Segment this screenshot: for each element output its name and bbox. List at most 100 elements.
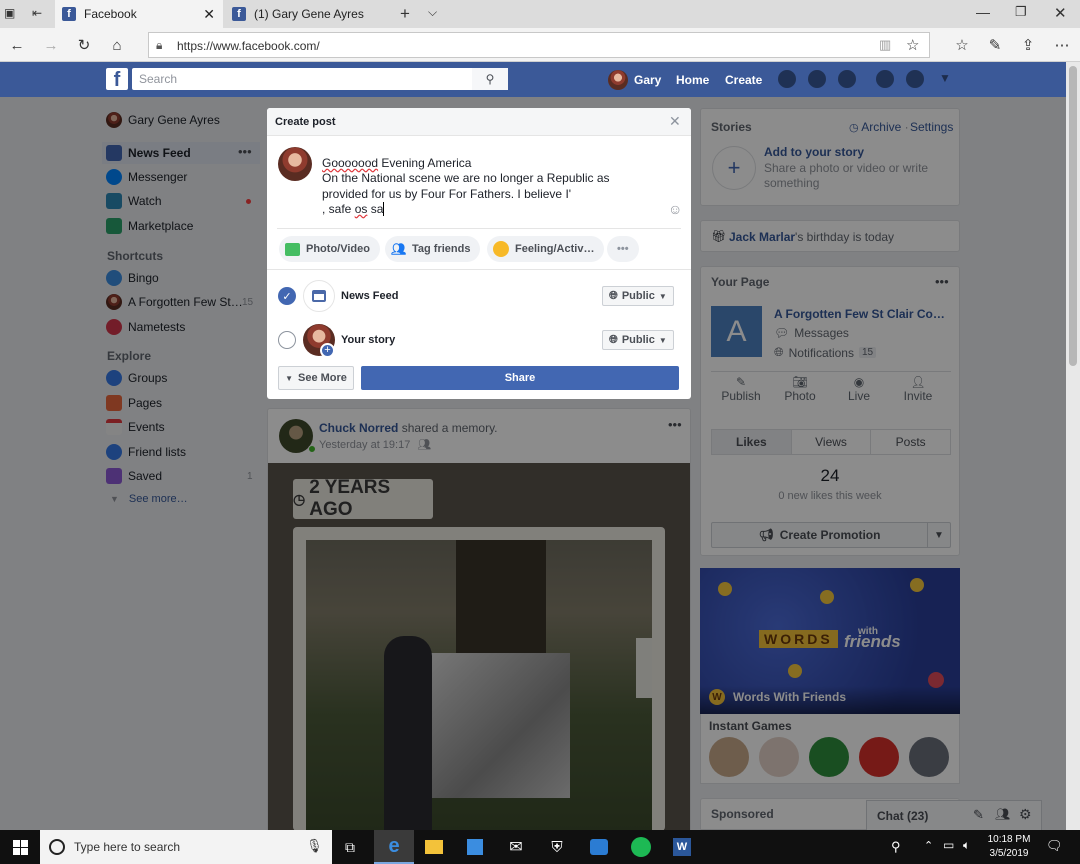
facebook-favicon-icon: f	[232, 7, 246, 21]
news-feed-checkbox[interactable]: ✓	[278, 287, 296, 305]
scrollbar-thumb[interactable]	[1069, 66, 1077, 366]
store-icon[interactable]	[455, 830, 495, 864]
avatar	[278, 147, 312, 181]
facebook-top-bar: f Search ⚲ Gary Home Create ▼	[0, 62, 1066, 97]
emoji-picker-icon[interactable]: ☺	[668, 201, 682, 217]
people-icon[interactable]: ⚲	[891, 839, 901, 855]
address-toolbar: ← → ↻ ⌂ 🔒︎ https://www.facebook.com/ ▥ ☆…	[0, 28, 1080, 62]
windows-start-icon[interactable]	[0, 830, 40, 864]
more-actions-icon[interactable]: •••	[607, 236, 639, 262]
chevron-up-icon[interactable]: ⌃	[924, 839, 933, 852]
file-explorer-icon[interactable]	[414, 830, 454, 864]
more-icon[interactable]: ⋯	[1047, 28, 1077, 62]
tab-title: (1) Gary Gene Ayres	[254, 7, 364, 21]
home-icon[interactable]: ⌂	[102, 28, 132, 62]
word-icon[interactable]: W	[662, 830, 702, 864]
lock-icon: 🔒︎	[156, 38, 163, 52]
windows-taskbar: Type here to search 🎙︎ ⧉ e ✉ ⛨ W ⚲ ⌃ ▭ 🔈…	[0, 830, 1080, 864]
volume-icon[interactable]: 🔈︎	[963, 838, 970, 853]
post-text-line: , safe os sa	[322, 201, 385, 216]
taskbar-search-placeholder: Type here to search	[74, 840, 181, 854]
create-link[interactable]: Create	[725, 62, 762, 97]
tag-friends-button[interactable]: 👥︎ Tag friends	[385, 236, 481, 262]
close-window-icon[interactable]: ✕	[1054, 4, 1067, 22]
clock-date: 3/5/2019	[989, 848, 1029, 859]
news-feed-privacy-select[interactable]: 🌐︎ Public ▼	[602, 286, 674, 306]
facebook-favicon-icon: f	[62, 7, 76, 21]
privacy-label: Public	[621, 290, 655, 302]
globe-icon: 🌐︎	[609, 289, 618, 302]
feeling-activity-button[interactable]: Feeling/Activ…	[487, 236, 605, 262]
post-text-line: Gooooood Evening America	[322, 156, 672, 171]
home-link[interactable]: Home	[676, 62, 709, 97]
page-scrollbar[interactable]	[1066, 62, 1080, 830]
pen-icon[interactable]: ✎	[980, 28, 1010, 62]
spotify-icon[interactable]	[621, 830, 661, 864]
your-story-privacy-select[interactable]: 🌐︎ Public ▼	[602, 330, 674, 350]
privacy-label: Public	[621, 334, 655, 346]
task-view-icon[interactable]: ⧉	[330, 830, 370, 864]
tab-facebook[interactable]: f Facebook ✕	[55, 0, 223, 28]
target-news-feed-label: News Feed	[341, 290, 399, 302]
friend-suggestions-icon[interactable]	[876, 70, 894, 88]
see-more-button[interactable]: ▼ See More	[278, 366, 354, 390]
messenger-icon[interactable]	[808, 70, 826, 88]
favorites-icon[interactable]: ☆	[947, 28, 977, 62]
close-tab-icon[interactable]: ✕	[203, 6, 215, 23]
facebook-logo-icon[interactable]: f	[106, 68, 128, 90]
photo-video-button[interactable]: Photo/Video	[279, 236, 380, 262]
share-icon[interactable]: ⇪	[1013, 28, 1043, 62]
divider	[267, 269, 691, 270]
new-tab-icon[interactable]: +	[400, 4, 410, 24]
cortana-circle-icon	[49, 839, 65, 855]
search-input[interactable]: Search ⚲	[132, 68, 508, 90]
chip-label: Photo/Video	[306, 243, 370, 255]
close-icon[interactable]: ✕	[669, 113, 681, 130]
tab-gary-gene-ayres[interactable]: f (1) Gary Gene Ayres	[225, 0, 393, 28]
friend-requests-icon[interactable]	[778, 70, 796, 88]
tabs-aside-icon[interactable]: ⇤	[32, 6, 48, 22]
avatar	[608, 69, 628, 90]
minimize-icon[interactable]: —	[976, 4, 990, 20]
back-icon[interactable]: ←	[2, 28, 32, 62]
forward-icon[interactable]: →	[36, 28, 66, 62]
refresh-icon[interactable]: ↻	[69, 28, 99, 62]
globe-icon: 🌐︎	[609, 333, 618, 346]
action-center-icon[interactable]: 🗨︎	[1046, 838, 1063, 854]
reading-view-icon[interactable]: ▥	[879, 37, 891, 53]
chip-label: Tag friends	[412, 243, 471, 255]
favorite-star-icon[interactable]: ☆	[906, 36, 919, 54]
share-button[interactable]: Share	[361, 366, 679, 390]
network-icon[interactable]: ▭	[943, 838, 954, 852]
add-story-plus-icon: +	[320, 343, 335, 358]
post-text-line: provided for us by Four For Fathers. I b…	[322, 186, 572, 201]
chevron-down-icon: ▼	[658, 335, 667, 345]
help-icon[interactable]	[906, 70, 924, 88]
post-text-area[interactable]: Gooooood Evening America On the National…	[322, 156, 672, 217]
account-menu-icon[interactable]: ▼	[939, 71, 951, 85]
url-field[interactable]: 🔒︎ https://www.facebook.com/ ▥ ☆	[148, 32, 930, 58]
edge-taskbar-icon[interactable]: e	[374, 830, 414, 864]
tag-friends-icon: 👥︎	[391, 241, 407, 256]
chevron-down-icon[interactable]: ⌵	[428, 5, 437, 20]
tab-preview-icon[interactable]: ▣	[4, 6, 20, 22]
dialog-title: Create post	[275, 116, 336, 128]
taskbar-clock[interactable]: 10:18 PM 3/5/2019	[984, 833, 1034, 861]
profile-link[interactable]: Gary	[608, 62, 661, 97]
url-text: https://www.facebook.com/	[177, 39, 320, 53]
taskbar-search-input[interactable]: Type here to search 🎙︎	[40, 830, 332, 864]
notifications-icon[interactable]	[838, 70, 856, 88]
app-icon[interactable]	[579, 830, 619, 864]
browser-tab-bar: ▣ ⇤ f Facebook ✕ f (1) Gary Gene Ayres +…	[0, 0, 1080, 28]
search-icon[interactable]: ⚲	[472, 68, 508, 90]
clock-time: 10:18 PM	[987, 834, 1031, 845]
see-more-label: See More	[298, 372, 347, 384]
microphone-icon[interactable]: 🎙︎	[306, 838, 323, 854]
chip-label: Feeling/Activ…	[515, 243, 595, 255]
security-shield-icon[interactable]: ⛨	[537, 830, 577, 864]
create-post-dialog: Create post ✕ Gooooood Evening America O…	[267, 108, 691, 399]
restore-icon[interactable]: ❐	[1015, 4, 1027, 20]
your-story-checkbox[interactable]	[278, 331, 296, 349]
target-your-story-label: Your story	[341, 334, 396, 346]
mail-icon[interactable]: ✉	[496, 830, 536, 864]
